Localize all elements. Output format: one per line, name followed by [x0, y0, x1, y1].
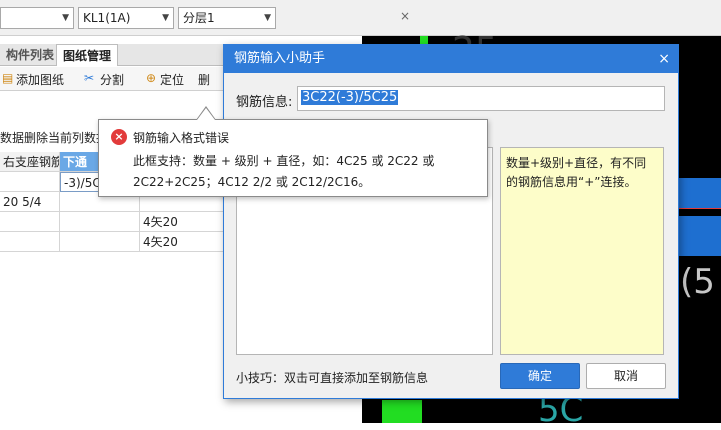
table-cell[interactable]: [0, 172, 60, 192]
cad-element: [382, 400, 422, 423]
tab-component-list[interactable]: 构件列表: [0, 44, 60, 66]
data-button[interactable]: 数据: [0, 129, 24, 146]
table-cell[interactable]: [0, 232, 60, 252]
format-hint-box: 数量+级别+直径，有不同的钢筋信息用“+”连接。: [500, 147, 664, 355]
rebar-info-label: 钢筋信息:: [236, 95, 293, 110]
add-drawing-icon: ▤: [2, 71, 14, 85]
split-button[interactable]: 分割: [100, 71, 124, 88]
error-message-line: 2C22+2C25；4C12 2/2 或 2C12/2C16。: [133, 175, 371, 189]
format-error-balloon: × 钢筋输入格式错误 此框支持：数量 + 级别 + 直径，如：4C25 或 2C…: [98, 119, 488, 197]
component-select[interactable]: KL1(1A) ▼: [78, 7, 174, 29]
table-cell[interactable]: [0, 212, 60, 232]
locate-button[interactable]: 定位: [160, 71, 184, 88]
error-message: 此框支持：数量 + 级别 + 直径，如：4C25 或 2C22 或 2C22+2…: [133, 151, 483, 193]
balloon-pointer-inner: [197, 108, 215, 120]
delete-button[interactable]: 删: [198, 71, 210, 88]
table-cell[interactable]: 4⽮20: [140, 232, 226, 252]
rebar-input-dialog: 钢筋输入小助手 × 钢筋信息: 3C22(-3)/5C25 数量+级别+直径，有…: [223, 44, 679, 399]
top-selector-bar: ▼ KL1(1A) ▼ 分层1 ▼ ×: [0, 0, 721, 36]
ok-button[interactable]: 确定: [500, 363, 580, 389]
error-title: 钢筋输入格式错误: [133, 131, 230, 145]
tip-text: 小技巧：双击可直接添加至钢筋信息: [236, 371, 429, 385]
table-cell[interactable]: 20 5/4: [0, 192, 60, 212]
error-icon: ×: [111, 129, 127, 145]
close-icon[interactable]: ×: [658, 45, 670, 73]
drawing-toolbar: ▤ 添加图纸 ✂ 分割 ⊕ 定位 删: [0, 67, 226, 91]
cad-element: [678, 216, 721, 256]
component-type-select[interactable]: ▼: [0, 7, 74, 29]
floor-layer-select[interactable]: 分层1 ▼: [178, 7, 276, 29]
rebar-info-value: 3C22(-3)/5C25: [301, 90, 399, 105]
add-drawing-button[interactable]: 添加图纸: [16, 71, 64, 88]
error-message-line: 此框支持：数量 + 级别 + 直径，如：4C25 或 2C22 或: [133, 154, 435, 168]
table-cell[interactable]: 4⽮20: [140, 212, 226, 232]
chevron-down-icon: ▼: [62, 13, 69, 23]
column-header: 右支座钢筋: [0, 152, 60, 172]
component-value: KL1(1A): [83, 11, 131, 25]
rebar-info-input[interactable]: 3C22(-3)/5C25: [297, 86, 665, 111]
split-icon: ✂: [84, 71, 95, 85]
floor-layer-value: 分层1: [183, 11, 215, 25]
cad-line: [678, 208, 721, 209]
locate-icon: ⊕: [146, 71, 157, 85]
table-cell[interactable]: [60, 232, 140, 252]
dialog-title: 钢筋输入小助手: [224, 45, 678, 73]
delete-current-column-button[interactable]: 删除当前列数据: [24, 129, 108, 146]
chevron-down-icon: ▼: [264, 13, 271, 23]
tab-drawing-management[interactable]: 图纸管理: [56, 44, 119, 66]
cancel-button[interactable]: 取消: [586, 363, 666, 389]
table-cell[interactable]: [60, 212, 140, 232]
chevron-down-icon: ▼: [162, 13, 169, 23]
cad-element: [678, 178, 721, 208]
close-icon[interactable]: ×: [400, 9, 410, 23]
cad-text: (5: [680, 262, 715, 302]
